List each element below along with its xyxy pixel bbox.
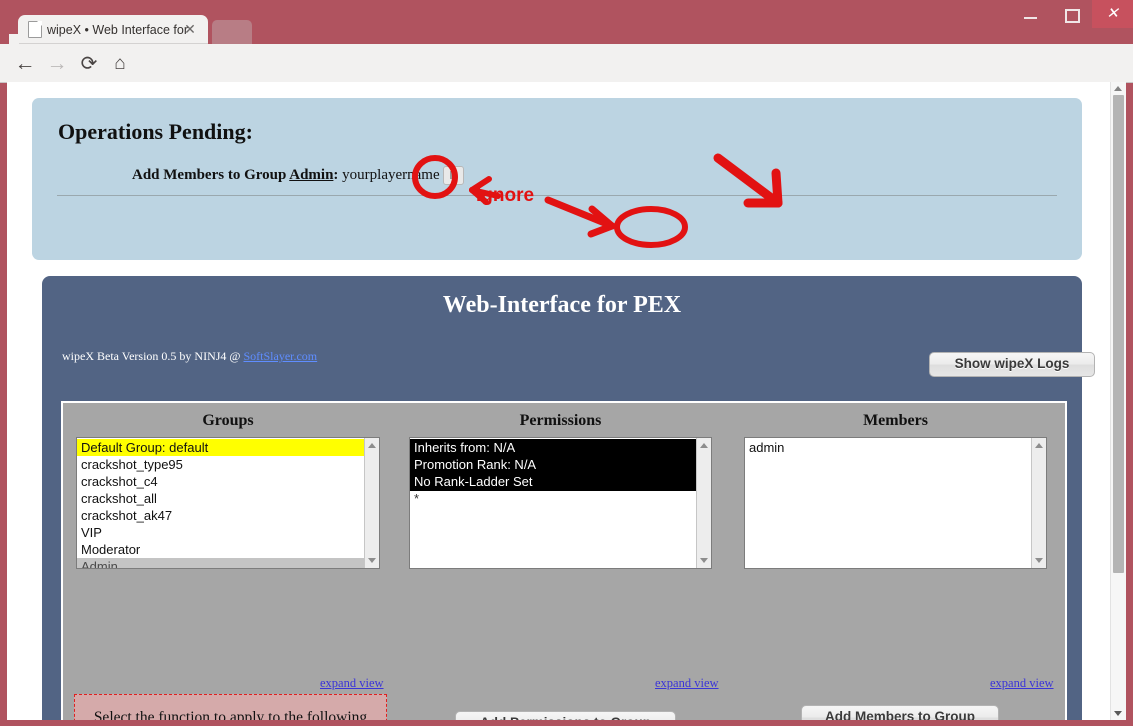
expand-view-members[interactable]: expand view (990, 676, 1054, 691)
list-item[interactable]: * (410, 491, 696, 506)
divider (57, 195, 1057, 196)
page-scrollbar[interactable] (1110, 82, 1126, 720)
list-item[interactable]: Moderator (77, 541, 364, 558)
maximize-button[interactable] (1051, 0, 1092, 28)
credit-text: wipeX Beta Version 0.5 by NINJ4 @ SoftSl… (62, 349, 317, 364)
scroll-up-icon[interactable] (700, 443, 708, 448)
expand-view-groups[interactable]: expand view (320, 676, 384, 691)
members-list: admin (745, 438, 1031, 456)
window-close-button[interactable]: ✕ (1092, 0, 1133, 28)
list-item: Promotion Rank: N/A (414, 457, 537, 472)
browser-window: wipeX • Web Interface for ✕ ✕ ← → ⟳ ⌂ 10… (0, 0, 1133, 726)
page-viewport: Operations Pending: Add Members to Group… (7, 82, 1126, 720)
list-item[interactable]: crackshot_c4 (77, 473, 364, 490)
scroll-down-icon[interactable] (1114, 711, 1122, 716)
close-icon[interactable]: ✕ (183, 22, 197, 36)
page-content: Operations Pending: Add Members to Group… (7, 82, 1111, 720)
scroll-up-icon[interactable] (1035, 443, 1043, 448)
scroll-up-icon[interactable] (368, 443, 376, 448)
credit-prefix: wipeX Beta Version 0.5 by NINJ4 @ (62, 349, 244, 363)
list-item[interactable]: crackshot_type95 (77, 456, 364, 473)
members-column: Members admin (744, 411, 1047, 569)
scroll-down-icon[interactable] (1035, 558, 1043, 563)
pending-op-prefix: Add Members to Group (132, 166, 290, 183)
permissions-info-block: Inherits from: N/A Promotion Rank: N/A N… (410, 439, 696, 491)
list-item[interactable]: crackshot_all (77, 490, 364, 507)
browser-toolbar: ← → ⟳ ⌂ 103.13.228.32/wipeX/wipeX.php ☆ (0, 44, 1133, 122)
groups-list: Default Group: default crackshot_type95 … (77, 438, 364, 568)
function-selection-box: Select the function to apply to the foll… (74, 694, 387, 720)
members-listbox[interactable]: admin (744, 437, 1047, 569)
permissions-scrollbar[interactable] (696, 438, 711, 568)
pending-op-group: Admin (289, 166, 334, 183)
maximize-icon (1065, 9, 1080, 23)
pending-operation-row: Add Members to Group Admin: yourplayerna… (132, 166, 1032, 186)
forward-button[interactable]: → (44, 51, 70, 77)
scroll-up-icon[interactable] (1114, 86, 1122, 91)
scrollbar-thumb[interactable] (1113, 95, 1124, 573)
operations-pending-title: Operations Pending: (58, 119, 253, 144)
forward-arrow-icon: → (46, 52, 68, 75)
home-button[interactable]: ⌂ (107, 51, 133, 77)
list-item[interactable]: crackshot_ak47 (77, 507, 364, 524)
permissions-list: Inherits from: N/A Promotion Rank: N/A N… (410, 438, 696, 506)
permissions-listbox[interactable]: Inherits from: N/A Promotion Rank: N/A N… (409, 437, 712, 569)
minimize-icon (1024, 17, 1037, 19)
scroll-down-icon[interactable] (368, 558, 376, 563)
back-arrow-icon: ← (14, 52, 36, 75)
new-tab-button[interactable] (212, 20, 252, 44)
list-item[interactable]: Admin (77, 558, 364, 568)
groups-header: Groups (202, 412, 254, 429)
list-item: Inherits from: N/A (414, 440, 516, 455)
add-permissions-to-group-button[interactable]: Add Permissions to Group (455, 711, 676, 720)
softslayer-link[interactable]: SoftSlayer.com (243, 349, 317, 363)
show-wipex-logs-button[interactable]: Show wipeX Logs (929, 352, 1095, 377)
reload-icon: ⟳ (80, 53, 98, 75)
pending-op-value: yourplayername (342, 166, 440, 183)
pause-icon[interactable] (442, 166, 464, 185)
groups-column: Groups Default Group: default crackshot_… (76, 411, 380, 569)
list-item[interactable]: admin (745, 439, 1031, 456)
page-icon (28, 21, 42, 38)
list-item[interactable]: VIP (77, 524, 364, 541)
browser-tab[interactable]: wipeX • Web Interface for ✕ (9, 15, 208, 44)
add-members-to-group-button[interactable]: Add Members to Group (801, 705, 999, 720)
expand-view-permissions[interactable]: expand view (655, 676, 719, 691)
close-icon: ✕ (1106, 5, 1119, 22)
browser-titlebar: wipeX • Web Interface for ✕ ✕ (0, 0, 1133, 44)
page-title: Web-Interface for PEX (442, 292, 682, 318)
scroll-down-icon[interactable] (700, 558, 708, 563)
function-prompt: Select the function to apply to the foll… (93, 709, 368, 720)
columns-panel: Groups Default Group: default crackshot_… (61, 401, 1067, 720)
operations-pending-panel: Operations Pending: Add Members to Group… (32, 98, 1082, 260)
permissions-header: Permissions (519, 412, 602, 429)
list-item[interactable]: Default Group: default (77, 439, 364, 456)
groups-listbox[interactable]: Default Group: default crackshot_type95 … (76, 437, 380, 569)
tab-title: wipeX • Web Interface for (47, 23, 189, 37)
reload-button[interactable]: ⟳ (76, 51, 102, 77)
pex-panel: Web-Interface for PEX wipeX Beta Version… (42, 276, 1095, 720)
minimize-button[interactable] (1010, 0, 1051, 28)
pending-op-sep: : (333, 166, 343, 183)
permissions-column: Permissions Inherits from: N/A Promotion… (409, 411, 712, 569)
groups-scrollbar[interactable] (364, 438, 379, 568)
members-scrollbar[interactable] (1031, 438, 1046, 568)
home-icon: ⌂ (114, 53, 126, 74)
back-button[interactable]: ← (12, 51, 38, 77)
members-header: Members (863, 412, 928, 429)
list-item: No Rank-Ladder Set (414, 474, 533, 489)
